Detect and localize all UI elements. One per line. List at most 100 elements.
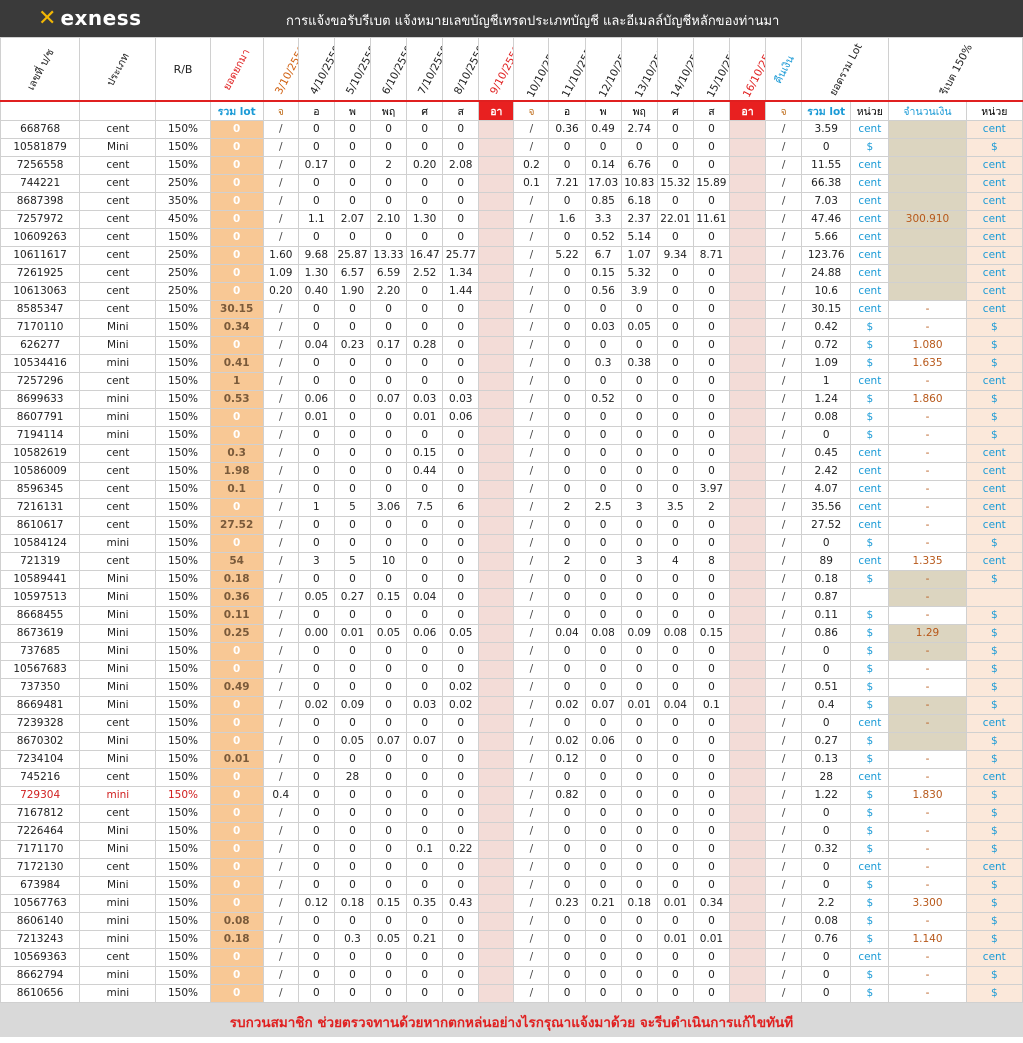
week2-cell: 0 [548, 516, 586, 535]
table-row[interactable]: 10581879 Mini 150% 0/0 0 0 0 0/0 0 0 0 0/0 $ $ [0, 138, 1023, 157]
table-row[interactable]: 7239328 cent 150% 0/0 0 0 0 0/0 0 0 0 0/0 cent - cent [0, 714, 1023, 733]
table-row[interactable]: 7256558 cent 150% 0/0.17 0 2 0.20 2.08 0.2 0 0.14 6… [0, 156, 1023, 175]
table-row[interactable]: 10613063 cent 250% 0 0.20 0.40 1.90 2.20 0 1.44/0… [0, 282, 1023, 301]
table-row[interactable]: 7194114 mini 150% 0/0 0 0 0 0/0 0 0 0 0/0 $ - $ [0, 426, 1023, 445]
unit-cell: $ [850, 822, 890, 841]
type-cell: cent [79, 498, 157, 517]
table-row[interactable]: 8662794 mini 150% 0/0 0 0 0 0/0 0 0 0 0/0 $ - $ [0, 966, 1023, 985]
refund-cell: / [765, 228, 803, 247]
sunday-cell [478, 930, 515, 949]
table-row[interactable]: 729304 mini 150% 0 0.4 0 0 0 0 0/0.82 0 0 0 0/1.22 $1.… [0, 786, 1023, 805]
week1-cell: 0 [406, 282, 444, 301]
table-row[interactable]: 8668455 Mini 150% 0.11/0 0 0 0 0/0 0 0 0 0/0.11 $ - $ [0, 606, 1023, 625]
table-row[interactable]: 8585347 cent 150% 30.15/0 0 0 0 0/0 0 0 0 0/30.15 ce… [0, 300, 1023, 319]
week1-cell: 5 [333, 498, 372, 517]
table-row[interactable]: 10589441 Mini 150% 0.18/0 0 0 0 0/0 0 0 0 0/0.18 $ - $ [0, 570, 1023, 589]
sunday-cell [478, 210, 515, 229]
table-row[interactable]: 10567763 mini 150% 0/0.12 0.18 0.15 0.35 0.43/0… [0, 894, 1023, 913]
sunday-cell [478, 642, 515, 661]
week1-cell: 2.20 [370, 282, 408, 301]
table-row[interactable]: 7257296 cent 150% 1/0 0 0 0 0/0 0 0 0 0/1 cent - cent [0, 372, 1023, 391]
rb-cell: 150% [155, 462, 211, 481]
table-row[interactable]: 8687398 cent 350% 0/0 0 0 0 0/0 0.85 6.18 0 0/7.03 c… [0, 192, 1023, 211]
amount-cell: 3.300 [888, 894, 967, 913]
account-cell: 668768 [0, 120, 81, 139]
week2-cell: 0 [692, 570, 730, 589]
table-row[interactable]: 7167812 cent 150% 0/0 0 0 0 0/0 0 0 0 0/0 $ - $ [0, 804, 1023, 823]
table-row[interactable]: 8669481 Mini 150% 0/0.02 0.09 0 0.03 0.02/0.02 0… [0, 696, 1023, 715]
week1-cell: / [262, 930, 299, 949]
table-row[interactable]: 8670302 Mini 150% 0/0 0.05 0.07 0.07 0/0.02 0.06… [0, 732, 1023, 751]
sunday-cell [728, 156, 767, 175]
table-row[interactable]: 8673619 Mini 150% 0.25/0.00 0.01 0.05 0.06 0.05… [0, 624, 1023, 643]
type-cell: cent [79, 246, 157, 265]
type-cell: cent [79, 858, 157, 877]
table-row[interactable]: 8610617 cent 150% 27.52/0 0 0 0 0/0 0 0 0 0/27.52 ce… [0, 516, 1023, 535]
week2-cell: / [513, 264, 550, 283]
week2-cell: 0 [548, 912, 586, 931]
table-row[interactable]: 721319 cent 150% 54/3 5 10 0 0/2 0 3 4 8/89 cent 1.33… [0, 552, 1023, 571]
table-row[interactable]: 673984 Mini 150% 0/0 0 0 0 0/0 0 0 0 0/0 $ - $ [0, 876, 1023, 895]
table-row[interactable]: 737350 Mini 150% 0.49/0 0 0 0 0.02/0 0 0 0 0/0.51 $ -… [0, 678, 1023, 697]
type-cell: cent [79, 300, 157, 319]
week2-cell: / [513, 300, 550, 319]
table-row[interactable]: 8606140 mini 150% 0.08/0 0 0 0 0/0 0 0 0 0/0.08 $ - $ [0, 912, 1023, 931]
week1-cell: 0 [333, 642, 372, 661]
table-row[interactable]: 8607791 mini 150% 0/0.01 0 0 0.01 0.06/0 0 0 0 0/0.… [0, 408, 1023, 427]
table-row[interactable]: 10584124 mini 150% 0/0 0 0 0 0/0 0 0 0 0/0 $ - $ [0, 534, 1023, 553]
week2-cell: 0 [692, 228, 730, 247]
carry-cell: 0.36 [209, 588, 264, 607]
week2-cell: 0 [620, 606, 658, 625]
sunday-cell [728, 174, 767, 193]
table-row[interactable]: 8610656 mini 150% 0/0 0 0 0 0/0 0 0 0 0/0 $ - $ [0, 984, 1023, 1003]
table-row[interactable]: 7226464 Mini 150% 0/0 0 0 0 0/0 0 0 0 0/0 $ - $ [0, 822, 1023, 841]
week1-cell: 0 [333, 912, 372, 931]
week1-cell: 0 [406, 858, 444, 877]
table-row[interactable]: 10609263 cent 150% 0/0 0 0 0 0/0 0.52 5.14 0 0/5.66… [0, 228, 1023, 247]
table-row[interactable]: 737685 Mini 150% 0/0 0 0 0 0/0 0 0 0 0/0 $ - $ [0, 642, 1023, 661]
table-row[interactable]: 7257972 cent 450% 0/1.1 2.07 2.10 1.30 0/1.6 3.3… [0, 210, 1023, 229]
table-row[interactable]: 10567683 Mini 150% 0/0 0 0 0 0/0 0 0 0 0/0 $ - $ [0, 660, 1023, 679]
table-row[interactable]: 7261925 cent 250% 0 1.09 1.30 6.57 6.59 2.52 1.34… [0, 264, 1023, 283]
table-row[interactable]: 7234104 Mini 150% 0.01/0 0 0 0 0/0.12 0 0 0 0/0.13 $… [0, 750, 1023, 769]
table-row[interactable]: 744221 cent 250% 0/0 0 0 0 0 0.1 7.21 17.03 10.83 15… [0, 174, 1023, 193]
week2-cell: 0 [656, 858, 694, 877]
table-row[interactable]: 7216131 cent 150% 0/1 5 3.06 7.5 6/2 2.5 3 3.5 2/35… [0, 498, 1023, 517]
week2-cell: 0 [692, 192, 730, 211]
week2-cell: 0.82 [548, 786, 586, 805]
table-row[interactable]: 10611617 cent 250% 0 1.60 9.68 25.87 13.33 16.47… [0, 246, 1023, 265]
sunday-cell [478, 912, 515, 931]
table-row[interactable]: 10569363 cent 150% 0/0 0 0 0 0/0 0 0 0 0/0 cent - cent [0, 948, 1023, 967]
table-row[interactable]: 8596345 cent 150% 0.1/0 0 0 0 0/0 0 0 0 3.97/4.07 ce… [0, 480, 1023, 499]
unit2-cell: $ [965, 408, 1023, 427]
week2-cell: 6.18 [620, 192, 658, 211]
unit-cell: cent [850, 714, 890, 733]
table-row[interactable]: 668768 cent 150% 0/0 0 0 0 0/0.36 0.49 2.74 0 0/3.5… [0, 120, 1023, 139]
table-row[interactable]: 7213243 mini 150% 0.18/0 0.3 0.05 0.21 0/0 0 0 0.0… [0, 930, 1023, 949]
table-row[interactable]: 626277 Mini 150% 0/0.04 0.23 0.17 0.28 0/0 0 0 0 0/… [0, 336, 1023, 355]
table-row[interactable]: 7171170 Mini 150% 0/0 0 0 0.1 0.22/0 0 0 0 0/0.32 $ -… [0, 840, 1023, 859]
account-cell: 10582619 [0, 444, 81, 463]
refund-cell: / [765, 804, 803, 823]
week2-cell: 0 [620, 876, 658, 895]
unit2-cell: cent [965, 300, 1023, 319]
week1-cell: 0 [406, 228, 444, 247]
table-row[interactable]: 10597513 Mini 150% 0.36/0.05 0.27 0.15 0.04 0/0… [0, 588, 1023, 607]
week2-cell: 0 [656, 390, 694, 409]
week1-cell: 0 [297, 750, 335, 769]
day-sun-2: อา [728, 101, 767, 121]
unit2-cell [965, 588, 1023, 607]
table-row[interactable]: 7172130 cent 150% 0/0 0 0 0 0/0 0 0 0 0/0 cent - cent [0, 858, 1023, 877]
table-row[interactable]: 10586009 cent 150% 1.98/0 0 0 0.44 0/0 0 0 0 0/2.42… [0, 462, 1023, 481]
table-row[interactable]: 10534416 mini 150% 0.41/0 0 0 0 0/0 0.3 0.38 0 0/1.… [0, 354, 1023, 373]
table-row[interactable]: 7170110 Mini 150% 0.34/0 0 0 0 0/0 0.03 0.05 0 0/0.… [0, 318, 1023, 337]
table-row[interactable]: 8699633 mini 150% 0.53/0.06 0 0.07 0.03 0.03/0 0… [0, 390, 1023, 409]
week1-cell: 0 [370, 480, 408, 499]
table-row[interactable]: 745216 cent 150% 0/0 28 0 0 0/0 0 0 0 0/28 cent - cent [0, 768, 1023, 787]
week1-cell: 1.60 [262, 246, 299, 265]
table-row[interactable]: 10582619 cent 150% 0.3/0 0 0 0.15 0/0 0 0 0 0/0.45 c… [0, 444, 1023, 463]
day-mon-3: จ [765, 101, 803, 121]
week2-cell: 5.22 [548, 246, 586, 265]
amount-cell: - [888, 768, 967, 787]
week1-cell: 0 [442, 732, 480, 751]
